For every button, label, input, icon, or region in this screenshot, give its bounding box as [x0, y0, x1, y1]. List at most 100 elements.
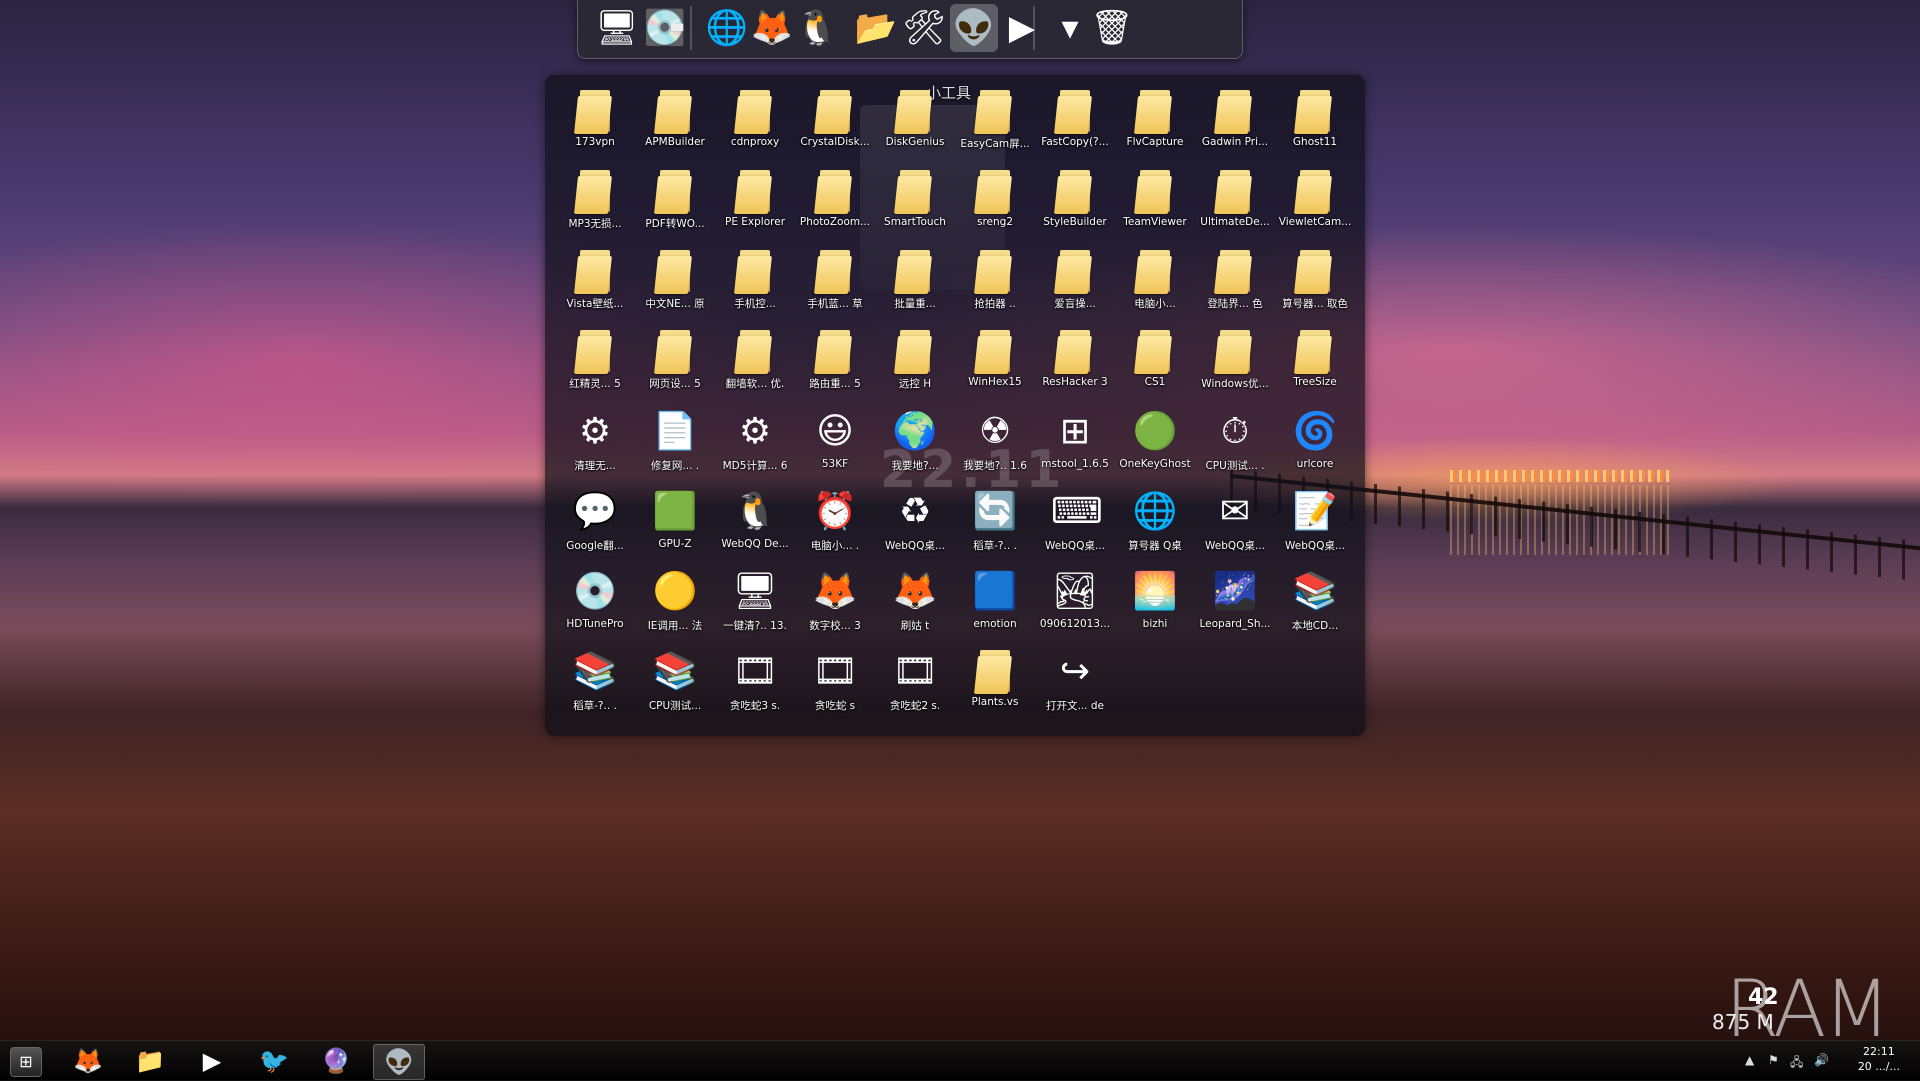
- dock-media-player-icon[interactable]: ▶: [998, 4, 1046, 52]
- desktop-item[interactable]: MP3无损...: [555, 168, 635, 248]
- taskbar-alien-icon[interactable]: 👽: [373, 1044, 425, 1080]
- desktop-item[interactable]: PDF转WO...: [635, 168, 715, 248]
- desktop-item[interactable]: 📚 CPU测试...: [635, 648, 715, 728]
- desktop-item[interactable]: 🌌 Leopard_Sh...: [1195, 568, 1275, 648]
- desktop-item[interactable]: cdnproxy: [715, 88, 795, 168]
- tray-expand-icon[interactable]: ▲: [1745, 1053, 1754, 1067]
- desktop-item[interactable]: 📝 WebQQ桌...: [1275, 488, 1355, 568]
- dock-firefox-icon[interactable]: 🦊: [748, 4, 796, 52]
- desktop-item[interactable]: 算号器... 取色: [1275, 248, 1355, 328]
- desktop-item[interactable]: 🏞 090612013...: [1035, 568, 1115, 648]
- desktop-item[interactable]: 手机蓝... 草: [795, 248, 875, 328]
- dock-qq-penguin-icon[interactable]: 🐧: [793, 4, 841, 52]
- desktop-item[interactable]: ResHacker 3: [1035, 328, 1115, 408]
- desktop-item[interactable]: DiskGenius: [875, 88, 955, 168]
- desktop-item[interactable]: 🌅 bizhi: [1115, 568, 1195, 648]
- desktop-item[interactable]: 🔄 稻草-?.. .: [955, 488, 1035, 568]
- desktop-item[interactable]: ViewletCam...: [1275, 168, 1355, 248]
- taskbar-firefox-icon[interactable]: 🦊: [63, 1044, 113, 1078]
- desktop-item[interactable]: 💬 Google翻...: [555, 488, 635, 568]
- desktop-item[interactable]: 手机控...: [715, 248, 795, 328]
- desktop-item[interactable]: Windows优...: [1195, 328, 1275, 408]
- desktop-item[interactable]: 😃 53KF: [795, 408, 875, 488]
- desktop-item[interactable]: 抢拍器 ..: [955, 248, 1035, 328]
- taskbar-clock[interactable]: 22:11 20 .../...: [1858, 1044, 1900, 1074]
- desktop-item[interactable]: 📚 本地CD...: [1275, 568, 1355, 648]
- network-icon[interactable]: 🖧: [1790, 1053, 1803, 1074]
- desktop-item[interactable]: 路由重... 5: [795, 328, 875, 408]
- desktop-item[interactable]: 🐧 WebQQ De...: [715, 488, 795, 568]
- desktop-item[interactable]: ⏱ CPU测试... .: [1195, 408, 1275, 488]
- dock-internet-globe-icon[interactable]: 🌐: [703, 4, 751, 52]
- desktop-item[interactable]: ☢ 我要地?.. 1.6: [955, 408, 1035, 488]
- desktop-item[interactable]: 💿 HDTunePro: [555, 568, 635, 648]
- desktop-item[interactable]: ♻ WebQQ桌...: [875, 488, 955, 568]
- dock-download-folder-icon[interactable]: 📂: [852, 4, 900, 52]
- desktop-item[interactable]: Gadwin Pri...: [1195, 88, 1275, 168]
- start-button[interactable]: ⊞: [10, 1047, 42, 1077]
- desktop-item[interactable]: 🦊 刷姑 t: [875, 568, 955, 648]
- taskbar-explorer-folder-icon[interactable]: 📁: [125, 1044, 175, 1078]
- desktop-item[interactable]: 电脑小...: [1115, 248, 1195, 328]
- desktop-item[interactable]: 📚 稻草-?.. .: [555, 648, 635, 728]
- desktop-item[interactable]: ✉ WebQQ桌...: [1195, 488, 1275, 568]
- desktop-item[interactable]: WinHex15: [955, 328, 1035, 408]
- desktop-item[interactable]: TreeSize: [1275, 328, 1355, 408]
- desktop-item[interactable]: 翻墙软... 优.: [715, 328, 795, 408]
- desktop-item[interactable]: ⊞ mstool_1.6.5: [1035, 408, 1115, 488]
- desktop-item[interactable]: UltimateDe...: [1195, 168, 1275, 248]
- desktop-item[interactable]: 🎞 贪吃蛇2 s.: [875, 648, 955, 728]
- desktop-item[interactable]: ⌨ WebQQ桌...: [1035, 488, 1115, 568]
- desktop-item[interactable]: FastCopy(?...: [1035, 88, 1115, 168]
- desktop-item[interactable]: 中文NE... 原: [635, 248, 715, 328]
- desktop-item[interactable]: 🌀 urlcore: [1275, 408, 1355, 488]
- volume-icon[interactable]: 🔊: [1814, 1053, 1829, 1067]
- desktop-item[interactable]: 📄 修复网... .: [635, 408, 715, 488]
- desktop-item[interactable]: 红精灵... 5: [555, 328, 635, 408]
- desktop-item[interactable]: sreng2: [955, 168, 1035, 248]
- desktop-item[interactable]: 登陆界... 色: [1195, 248, 1275, 328]
- desktop-item[interactable]: EasyCam屏...: [955, 88, 1035, 168]
- desktop-item[interactable]: FlvCapture: [1115, 88, 1195, 168]
- desktop-item[interactable]: 🌍 我要地?...: [875, 408, 955, 488]
- desktop-item[interactable]: 🟦 emotion: [955, 568, 1035, 648]
- desktop-item[interactable]: 网页设... 5: [635, 328, 715, 408]
- desktop-item[interactable]: 🟢 OneKeyGhost: [1115, 408, 1195, 488]
- taskbar-media-player-icon[interactable]: ▶: [187, 1044, 237, 1078]
- desktop-item[interactable]: ⚙ 清理无...: [555, 408, 635, 488]
- desktop-item[interactable]: 173vpn: [555, 88, 635, 168]
- desktop-item[interactable]: 🟩 GPU-Z: [635, 488, 715, 568]
- dock-computer-icon[interactable]: 🖥: [593, 4, 641, 52]
- taskbar-orb-icon[interactable]: 🔮: [311, 1044, 361, 1078]
- desktop-item[interactable]: CrystalDisk...: [795, 88, 875, 168]
- desktop-item[interactable]: 🟡 IE调用... 法: [635, 568, 715, 648]
- desktop-item[interactable]: Plants.vs: [955, 648, 1035, 728]
- dock-recycle-bin-icon[interactable]: 🗑: [1088, 4, 1136, 52]
- desktop-item[interactable]: 🎞 贪吃蛇3 s.: [715, 648, 795, 728]
- dock-dropdown-icon[interactable]: ▾: [1046, 4, 1094, 52]
- desktop-item[interactable]: Ghost11: [1275, 88, 1355, 168]
- desktop-item[interactable]: APMBuilder: [635, 88, 715, 168]
- desktop-item[interactable]: TeamViewer: [1115, 168, 1195, 248]
- desktop-item[interactable]: PhotoZoom...: [795, 168, 875, 248]
- desktop-item[interactable]: SmartTouch: [875, 168, 955, 248]
- dock-tools-icon[interactable]: 🛠: [900, 4, 948, 52]
- action-center-flag-icon[interactable]: ⚑: [1768, 1053, 1779, 1067]
- desktop-item[interactable]: CS1: [1115, 328, 1195, 408]
- desktop-item[interactable]: Vista壁纸...: [555, 248, 635, 328]
- desktop-item[interactable]: ↪ 打开文... de: [1035, 648, 1115, 728]
- desktop-item[interactable]: ⏰ 电脑小... .: [795, 488, 875, 568]
- desktop-item[interactable]: StyleBuilder: [1035, 168, 1115, 248]
- desktop-item[interactable]: ⚙ MD5计算... 6: [715, 408, 795, 488]
- desktop-item[interactable]: 远控 H: [875, 328, 955, 408]
- desktop-item[interactable]: 🖥 一键清?.. 13.: [715, 568, 795, 648]
- desktop-item[interactable]: 🎞 贪吃蛇 s: [795, 648, 875, 728]
- taskbar-thunderbird-icon[interactable]: 🐦: [249, 1044, 299, 1078]
- dock-disk-cleanup-icon[interactable]: 💽: [641, 4, 689, 52]
- desktop-item[interactable]: PE Explorer: [715, 168, 795, 248]
- desktop-item[interactable]: 批量重...: [875, 248, 955, 328]
- desktop-item[interactable]: 🦊 数字校... 3: [795, 568, 875, 648]
- dock-alien-icon[interactable]: 👽: [950, 4, 998, 52]
- desktop-item[interactable]: 🌐 算号器 Q桌: [1115, 488, 1195, 568]
- desktop-item[interactable]: 爱盲操...: [1035, 248, 1115, 328]
